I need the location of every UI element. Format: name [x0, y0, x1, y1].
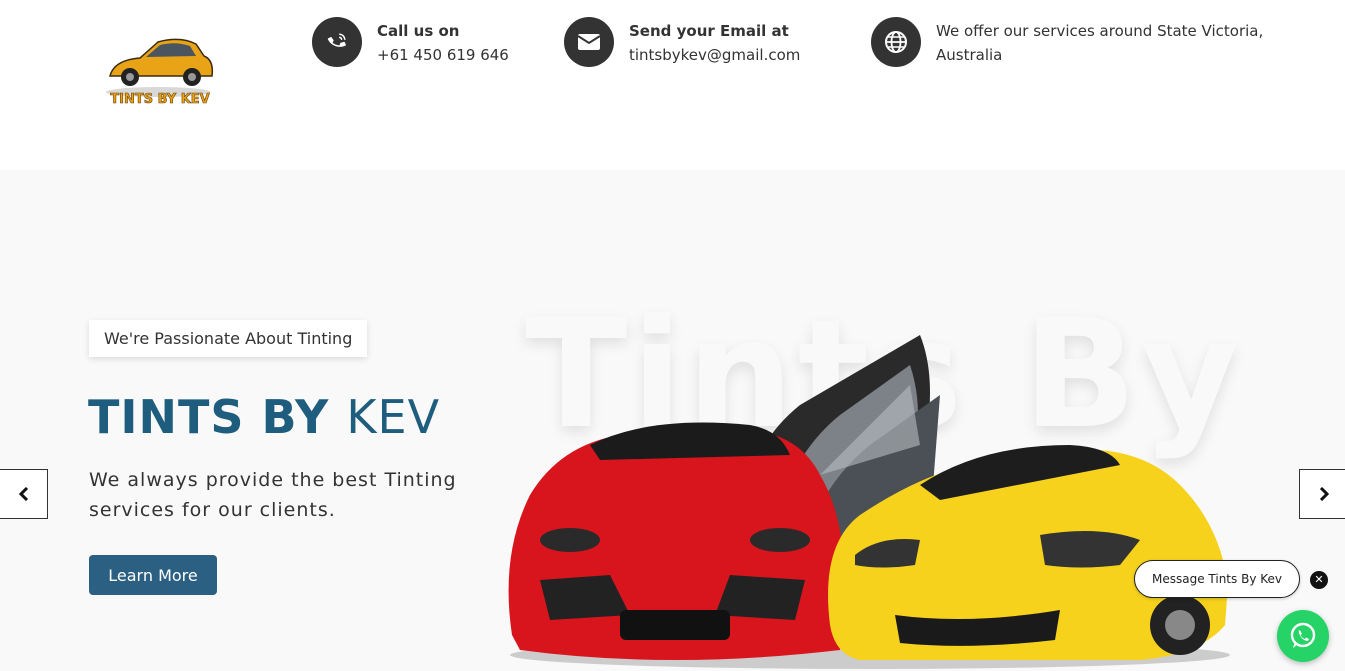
learn-more-button[interactable]: Learn More — [89, 555, 217, 595]
chat-message-bubble[interactable]: Message Tints By Kev — [1134, 560, 1300, 598]
contact-location-value: We offer our services around State Victo… — [936, 22, 1264, 64]
red-car-graphic — [508, 422, 846, 660]
hero-subtitle: We always provide the best Tinting servi… — [89, 469, 457, 521]
hero-tagline: We're Passionate About Tinting — [89, 320, 368, 357]
contact-email[interactable]: Send your Email at tintsbykev@gmail.com — [564, 17, 800, 67]
contact-location: We offer our services around State Victo… — [871, 17, 1276, 67]
contact-email-title: Send your Email at — [629, 22, 789, 40]
contact-phone-title: Call us on — [377, 22, 460, 40]
globe-icon — [871, 17, 921, 67]
contact-phone[interactable]: Call us on +61 450 619 646 — [312, 17, 509, 67]
chevron-left-icon — [18, 487, 28, 501]
contact-email-value[interactable]: tintsbykev@gmail.com — [629, 46, 800, 64]
hero-title: TINTS BY KEV — [88, 390, 440, 444]
whatsapp-chat-button[interactable] — [1277, 610, 1329, 662]
car-logo-icon: TINTS BY KEV — [106, 38, 214, 107]
phone-icon — [312, 17, 362, 67]
close-icon[interactable]: ✕ — [1310, 571, 1328, 589]
contact-phone-value[interactable]: +61 450 619 646 — [377, 46, 509, 64]
whatsapp-icon — [1290, 622, 1316, 648]
hero-cars-image — [500, 325, 1240, 671]
chevron-right-icon — [1319, 487, 1329, 501]
hero-title-light: KEV — [346, 390, 441, 444]
slider-next-button[interactable] — [1299, 469, 1345, 519]
envelope-icon — [564, 17, 614, 67]
hero-title-bold: TINTS BY — [88, 390, 330, 444]
top-bar: TINTS BY KEV Call us on +61 450 619 646 … — [0, 0, 1345, 170]
svg-text:TINTS BY KEV: TINTS BY KEV — [110, 92, 210, 107]
slider-prev-button[interactable] — [0, 469, 48, 519]
site-logo[interactable]: TINTS BY KEV — [100, 30, 220, 112]
